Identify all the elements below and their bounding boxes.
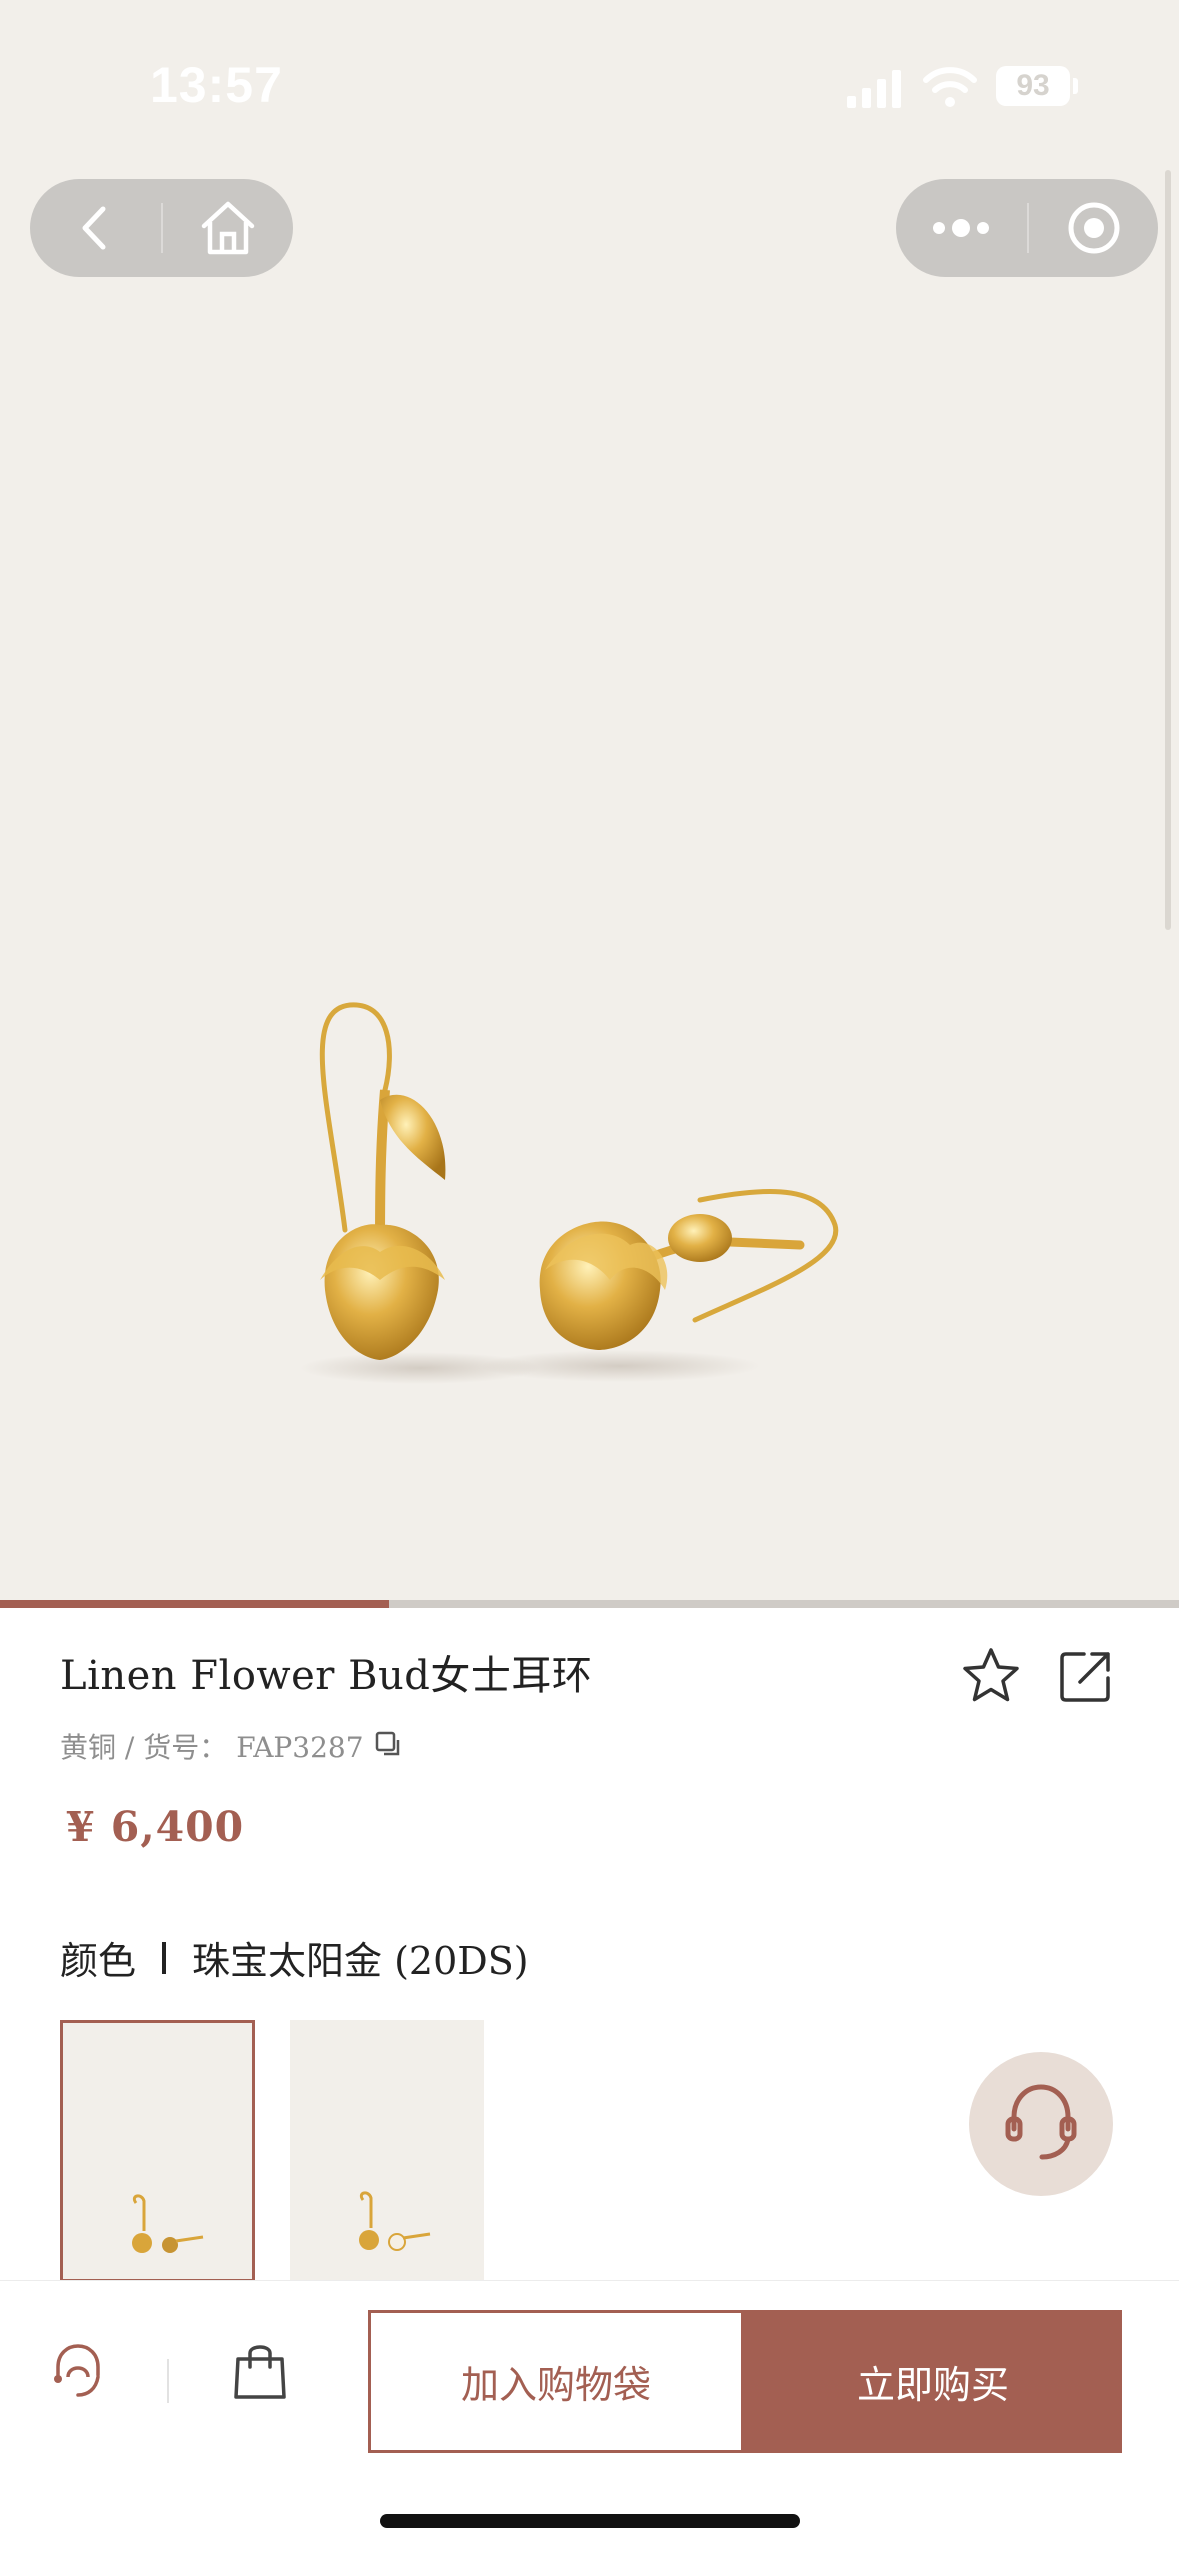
more-dots-icon <box>933 219 989 237</box>
home-indicator <box>380 2514 800 2528</box>
color-selector-row: 颜色 珠宝太阳金 (20DS) <box>60 1930 529 1985</box>
selected-color: 珠宝太阳金 (20DS) <box>192 1939 529 1983</box>
product-price: ¥ 6,400 <box>66 1803 245 1851</box>
close-target-icon <box>1068 202 1119 254</box>
nav-capsule-left <box>30 179 293 277</box>
product-meta: 黄铜 / 货号： FAP3287 <box>60 1726 364 1766</box>
headset-icon[interactable] <box>48 2341 108 2401</box>
more-button[interactable] <box>896 179 1026 277</box>
product-page: 13:57 93 Linen Flower Bud女士耳环 黄铜 / 货号： F… <box>0 0 1179 2556</box>
home-button[interactable] <box>163 179 293 277</box>
customer-service-fab[interactable] <box>969 2052 1113 2196</box>
share-icon[interactable] <box>1058 1648 1114 1704</box>
back-button[interactable] <box>30 179 160 277</box>
status-bar: 13:57 93 <box>0 0 1179 170</box>
signal-icon <box>847 70 901 108</box>
scroll-indicator <box>1165 170 1171 930</box>
swatch-thumbnail <box>359 2191 431 2251</box>
sku-colon: ： <box>199 1731 228 1764</box>
material-label: 黄铜 <box>60 1731 117 1764</box>
home-icon <box>201 201 255 255</box>
close-miniprogram-button[interactable] <box>1029 179 1158 277</box>
buy-now-button[interactable]: 立即购买 <box>744 2310 1122 2453</box>
color-label: 颜色 <box>60 1939 137 1983</box>
nav-capsule-right <box>896 179 1158 277</box>
battery-tip <box>1073 78 1078 94</box>
product-photo <box>300 1002 839 1384</box>
carousel-progress <box>0 1600 1179 1608</box>
wifi-icon <box>923 67 977 107</box>
add-to-cart-button[interactable]: 加入购物袋 <box>368 2310 744 2453</box>
sku-label: 货号 <box>143 1731 200 1764</box>
status-time: 13:57 <box>150 57 283 113</box>
color-separator <box>162 1941 167 1974</box>
meta-separator: / <box>124 1731 144 1764</box>
product-image-gallery[interactable]: 13:57 93 <box>0 0 1179 1608</box>
swatch-thumbnail <box>132 2194 204 2253</box>
shopping-bag-icon[interactable] <box>232 2339 288 2401</box>
copy-icon[interactable] <box>374 1730 404 1760</box>
carousel-progress-fill <box>0 1600 390 1608</box>
headset-icon <box>1005 2084 1077 2160</box>
color-swatch-selected[interactable] <box>60 2020 255 2282</box>
sku-value: FAP3287 <box>236 1731 364 1764</box>
star-icon[interactable] <box>960 1645 1022 1707</box>
color-swatch[interactable] <box>290 2020 484 2282</box>
product-title: Linen Flower Bud女士耳环 <box>60 1653 593 1699</box>
battery-indicator: 93 <box>996 66 1070 106</box>
bar-divider <box>167 2359 169 2403</box>
chevron-left-icon <box>82 206 106 250</box>
